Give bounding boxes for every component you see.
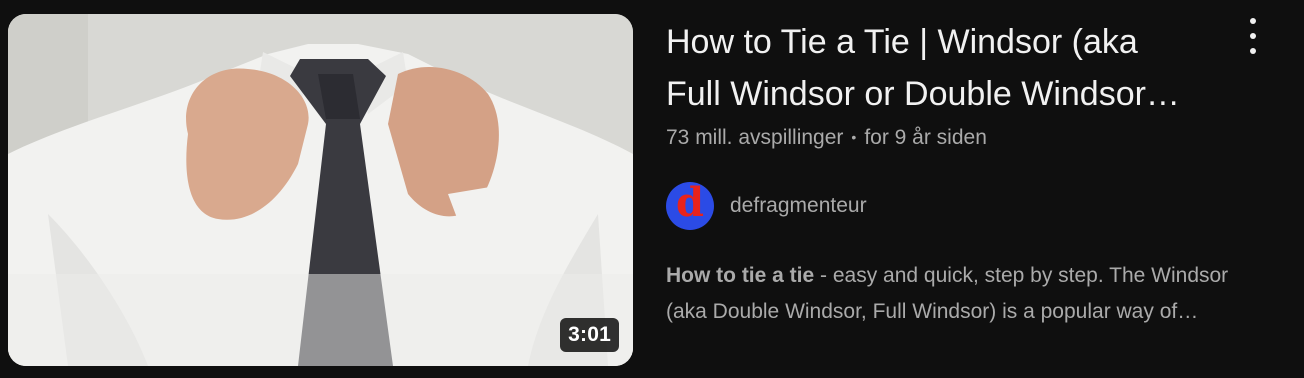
video-description-snippet: How to tie a tie - easy and quick, step … — [666, 258, 1266, 330]
channel-name[interactable]: defragmenteur — [730, 194, 867, 218]
video-title[interactable]: How to Tie a Tie | Windsor (aka Full Win… — [666, 16, 1226, 120]
more-actions-button[interactable] — [1236, 16, 1270, 56]
description-line-1: How to tie a tie - easy and quick, step … — [666, 258, 1266, 294]
video-result: 3:01 How to Tie a Tie | Windsor (aka Ful… — [0, 0, 1304, 378]
video-metadata: 73 mill. avspillinger • for 9 år siden — [666, 122, 987, 153]
vertical-ellipsis-icon-dot — [1250, 33, 1256, 39]
channel-avatar[interactable]: d — [666, 182, 714, 230]
video-thumbnail[interactable]: 3:01 — [8, 14, 633, 366]
duration-badge: 3:01 — [560, 318, 619, 352]
vertical-ellipsis-icon-dot — [1250, 48, 1256, 54]
view-count: 73 mill. avspillinger — [666, 126, 844, 149]
description-text-1: - easy and quick, step by step. The Wind… — [814, 264, 1229, 287]
upload-age: for 9 år siden — [864, 126, 987, 149]
title-line-1: How to Tie a Tie | Windsor (aka — [666, 23, 1138, 61]
avatar-logo-letter: d — [676, 182, 704, 226]
title-line-2: Full Windsor or Double Windsor… — [666, 75, 1180, 113]
description-line-2: (aka Double Windsor, Full Windsor) is a … — [666, 300, 1199, 323]
channel-link[interactable]: d defragmenteur — [666, 182, 867, 230]
vertical-ellipsis-icon — [1250, 18, 1256, 24]
thumbnail-image — [8, 14, 633, 366]
description-highlight: How to tie a tie — [666, 264, 815, 287]
meta-separator: • — [851, 129, 857, 145]
